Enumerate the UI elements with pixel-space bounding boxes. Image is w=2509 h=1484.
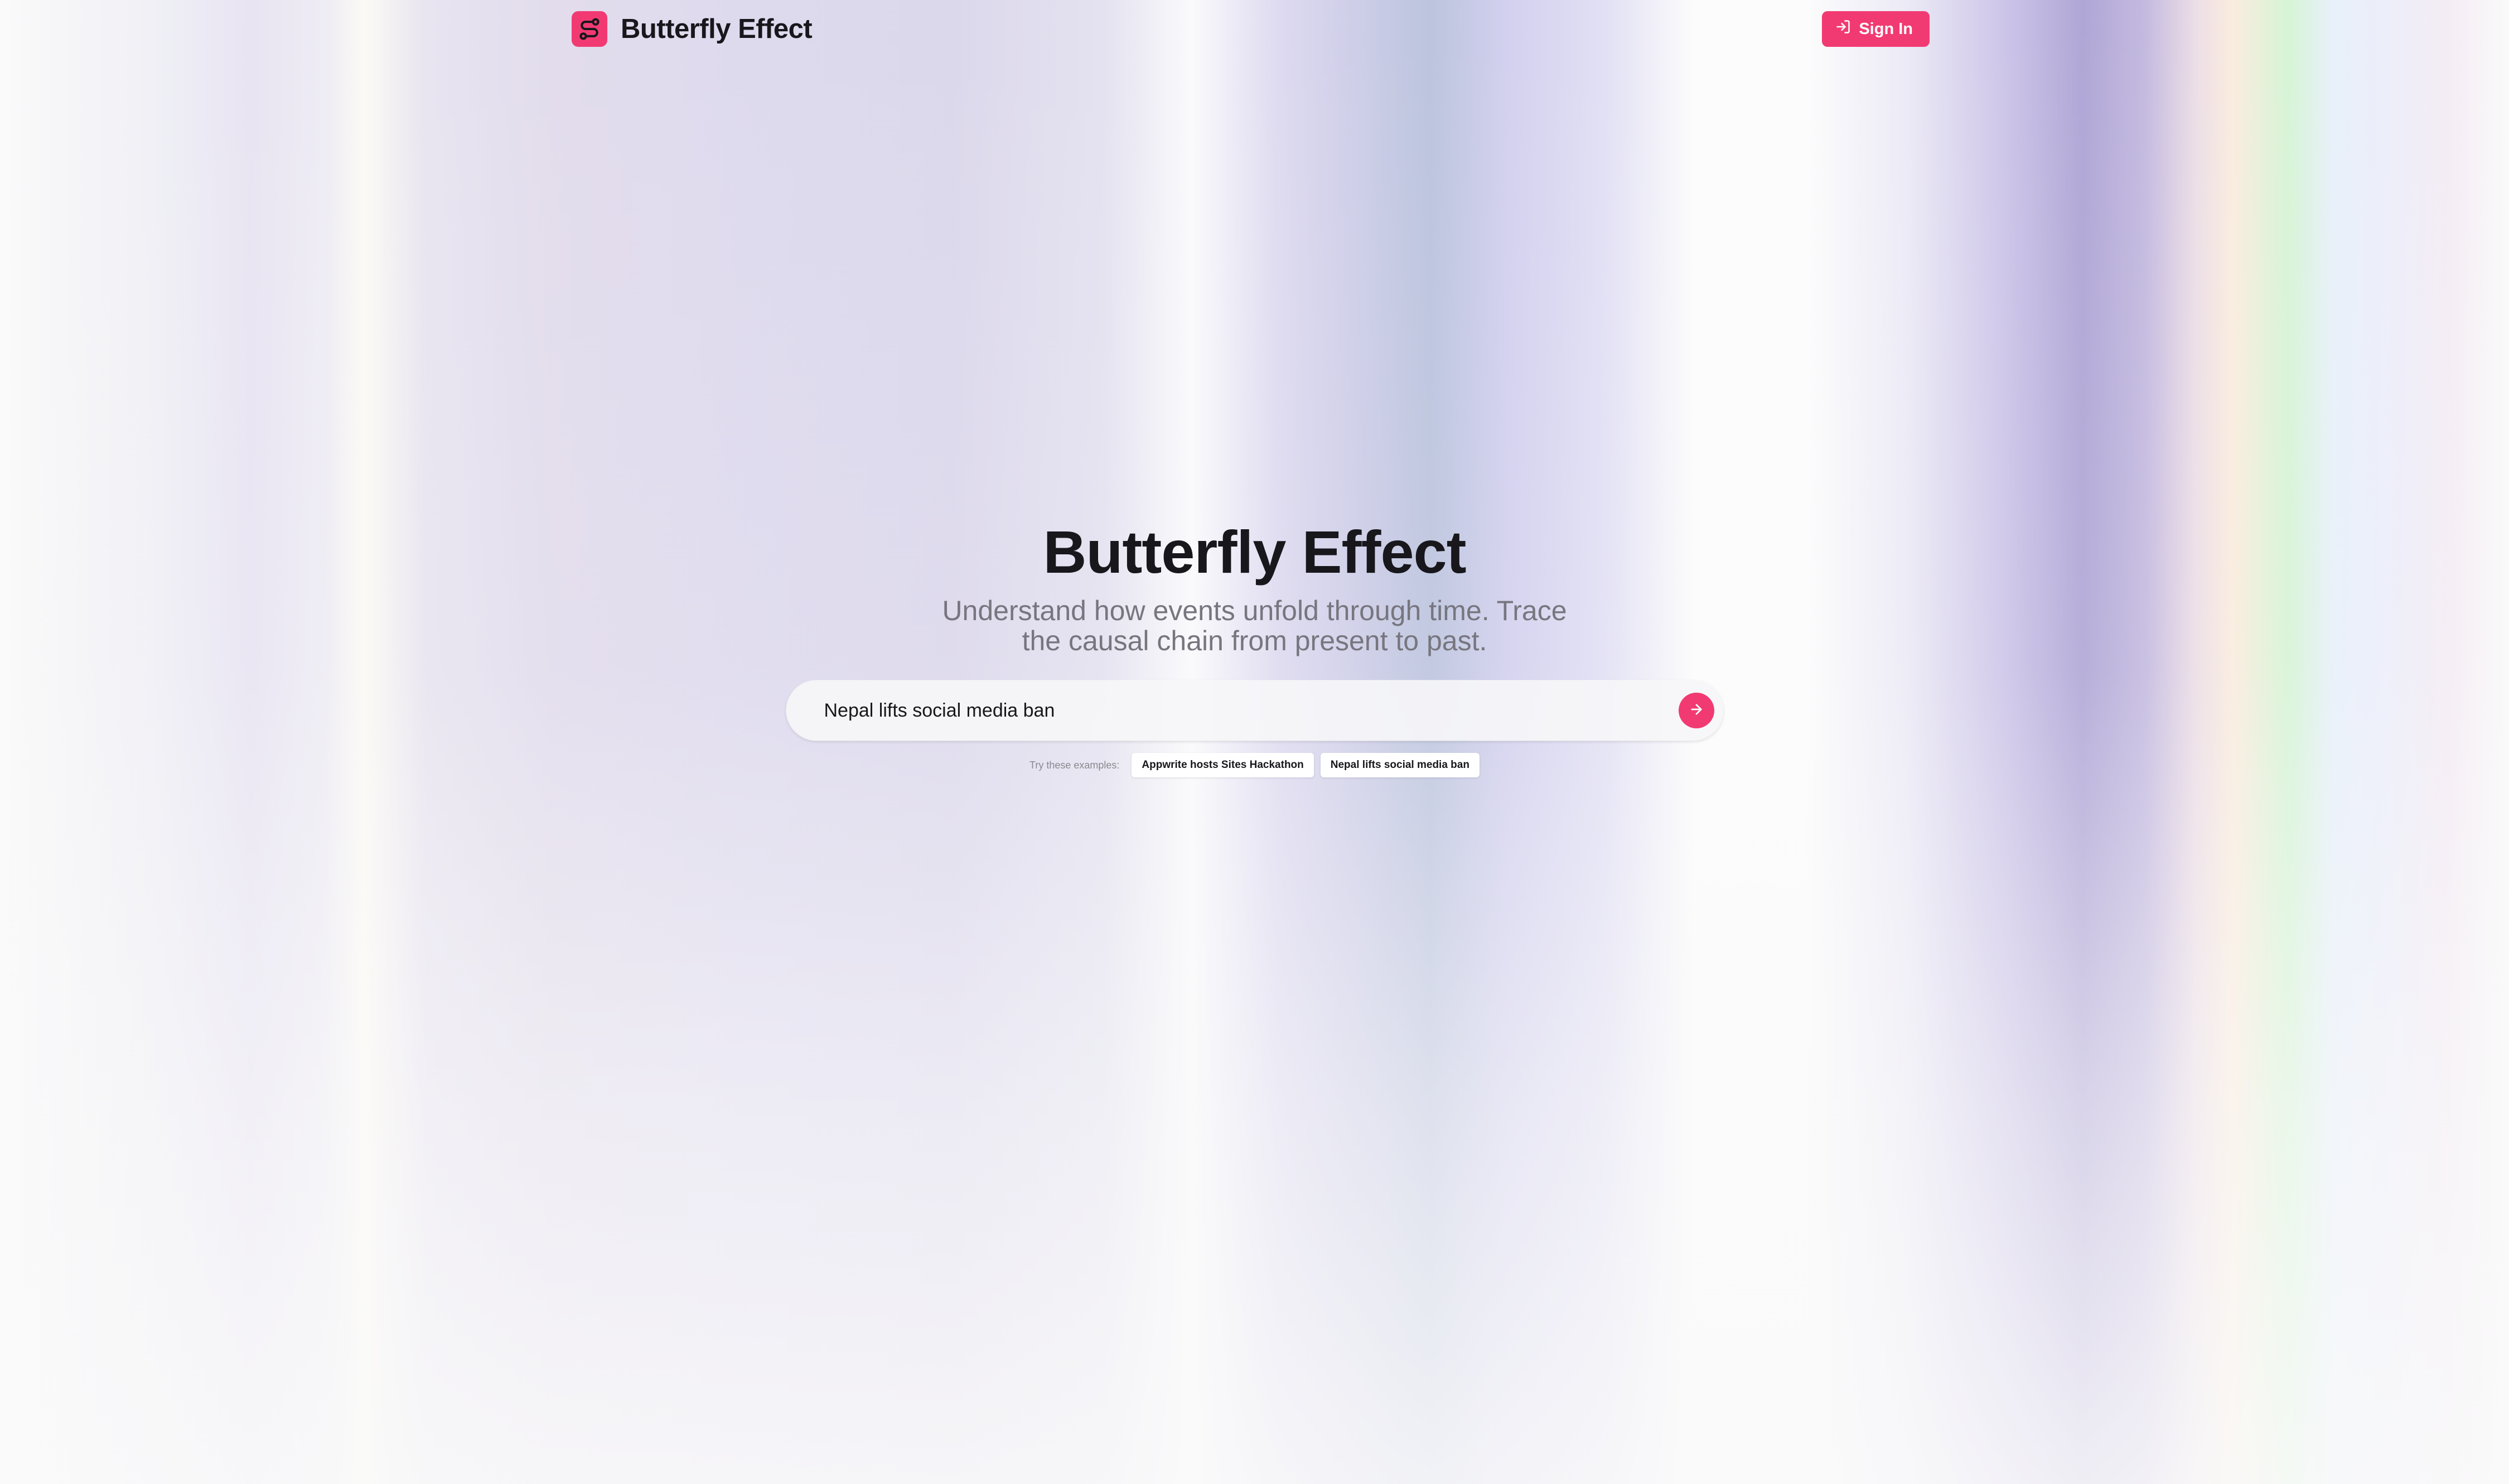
example-chip-nepal[interactable]: Nepal lifts social media ban xyxy=(1320,753,1480,777)
example-chip-appwrite[interactable]: Appwrite hosts Sites Hackathon xyxy=(1132,753,1314,777)
arrow-right-icon xyxy=(1689,702,1704,720)
brand[interactable]: Butterfly Effect xyxy=(572,11,813,47)
search-input[interactable] xyxy=(823,693,1679,728)
top-nav: Butterfly Effect Sign In xyxy=(572,0,1930,58)
hero: Butterfly Effect Understand how events u… xyxy=(0,513,2509,777)
route-icon xyxy=(572,11,607,47)
search-bar xyxy=(786,680,1723,741)
sign-in-button[interactable]: Sign In xyxy=(1822,11,1930,47)
page: Butterfly Effect Sign In Butterfly Effec… xyxy=(0,0,2509,1484)
hero-subtitle: Understand how events unfold through tim… xyxy=(942,595,1567,656)
hero-title: Butterfly Effect xyxy=(1043,518,1466,586)
examples-label: Try these examples: xyxy=(1029,759,1120,771)
brand-name: Butterfly Effect xyxy=(621,14,813,44)
log-in-icon xyxy=(1835,19,1851,39)
submit-button[interactable] xyxy=(1678,693,1714,728)
examples: Try these examples: Appwrite hosts Sites… xyxy=(1029,753,1480,777)
sign-in-label: Sign In xyxy=(1859,20,1913,38)
